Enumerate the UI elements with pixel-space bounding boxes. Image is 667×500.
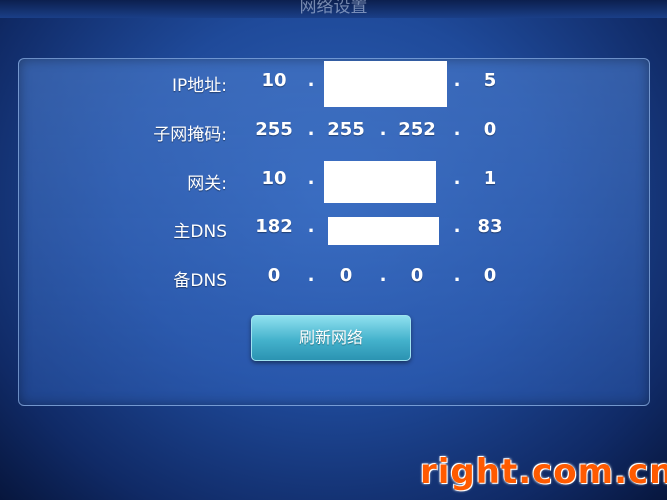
dot-separator: . bbox=[453, 216, 461, 237]
mask-octet-1[interactable]: 255 bbox=[249, 119, 299, 140]
ip-address-row: IP地址: 10 . . 5 bbox=[19, 61, 649, 107]
ip-octet-1[interactable]: 10 bbox=[249, 70, 299, 91]
dns2-octet-3[interactable]: 0 bbox=[392, 265, 442, 286]
dot-separator: . bbox=[453, 168, 461, 189]
dot-separator: . bbox=[453, 119, 461, 140]
redacted-gateway-octets bbox=[324, 161, 436, 203]
gateway-label: 网关: bbox=[187, 174, 227, 194]
dot-separator: . bbox=[379, 265, 387, 286]
subnet-mask-row: 子网掩码: 255 . 255 . 252 . 0 bbox=[19, 114, 649, 150]
gateway-octet-4[interactable]: 1 bbox=[465, 168, 515, 189]
dns2-octet-2[interactable]: 0 bbox=[321, 265, 371, 286]
dot-separator: . bbox=[307, 70, 315, 91]
site-watermark: right.com.cn bbox=[420, 452, 667, 492]
mask-octet-4[interactable]: 0 bbox=[465, 119, 515, 140]
gateway-row: 网关: 10 . . 1 bbox=[19, 161, 649, 203]
dot-separator: . bbox=[307, 119, 315, 140]
dot-separator: . bbox=[307, 168, 315, 189]
dns1-octet-4[interactable]: 83 bbox=[465, 216, 515, 237]
screen-title: 网络设置 bbox=[299, 0, 368, 17]
ip-address-label: IP地址: bbox=[172, 76, 227, 96]
redacted-dns-octets bbox=[328, 217, 439, 245]
ip-octet-4[interactable]: 5 bbox=[465, 70, 515, 91]
redacted-ip-octets bbox=[324, 61, 447, 107]
secondary-dns-label: 备DNS bbox=[173, 271, 227, 291]
mask-octet-3[interactable]: 252 bbox=[392, 119, 442, 140]
dns2-octet-4[interactable]: 0 bbox=[465, 265, 515, 286]
mask-octet-2[interactable]: 255 bbox=[321, 119, 371, 140]
dot-separator: . bbox=[379, 119, 387, 140]
gateway-octet-1[interactable]: 10 bbox=[249, 168, 299, 189]
secondary-dns-row: 备DNS 0 . 0 . 0 . 0 bbox=[19, 260, 649, 296]
dot-separator: . bbox=[307, 265, 315, 286]
dot-separator: . bbox=[453, 70, 461, 91]
primary-dns-row: 主DNS 182 . . 83 bbox=[19, 211, 649, 247]
dns2-octet-1[interactable]: 0 bbox=[249, 265, 299, 286]
primary-dns-label: 主DNS bbox=[173, 222, 227, 242]
dns1-octet-1[interactable]: 182 bbox=[249, 216, 299, 237]
network-settings-panel: IP地址: 10 . . 5 子网掩码: 255 . 255 . 252 . 0… bbox=[18, 58, 650, 406]
subnet-mask-label: 子网掩码: bbox=[153, 125, 227, 145]
dot-separator: . bbox=[307, 216, 315, 237]
dot-separator: . bbox=[453, 265, 461, 286]
refresh-network-button[interactable]: 刷新网络 bbox=[251, 315, 411, 361]
